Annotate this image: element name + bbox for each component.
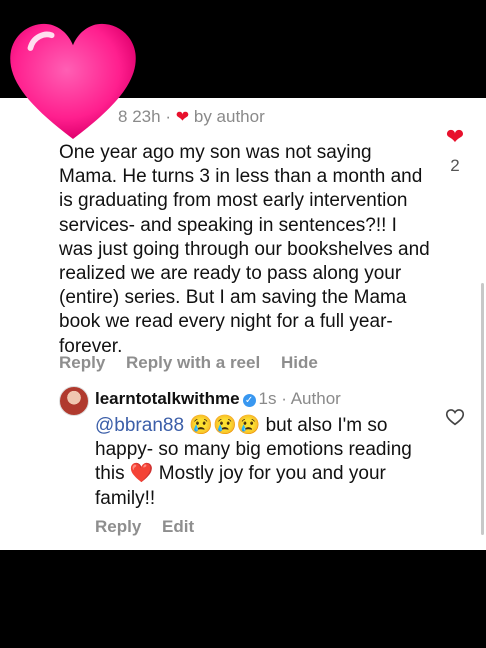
reply-text: @bbran88 😢😢😢 but also I'm so happy- so m… [95,415,412,509]
avatar[interactable] [59,386,89,416]
liked-by-author-heart-icon: ❤ [175,109,190,126]
like-count: 2 [450,156,460,175]
author-label: Author [290,389,341,408]
scrollbar[interactable] [481,283,484,535]
reply-button[interactable]: Reply [95,517,141,536]
heart-sticker-icon [10,23,136,139]
edit-button[interactable]: Edit [162,517,194,536]
heart-emoji: ❤️ [129,463,154,485]
reply-actions: Reply Edit [95,517,210,537]
verified-badge-icon: ✓ [242,394,256,407]
mention-link[interactable]: @bbran88 [95,415,184,436]
heart-icon[interactable]: ❤ [444,124,466,150]
reply-header: learntotalkwithme ✓ 1s · Author [95,389,341,408]
reply-username[interactable]: learntotalkwithme [95,389,240,408]
heart-outline-icon[interactable] [444,406,466,428]
comment-text: One year ago my son was not saying Mama.… [59,142,430,357]
by-author-label: by author [193,107,265,126]
crying-emojis: 😢😢😢 [189,415,261,436]
reply-time: 1s [258,389,277,408]
